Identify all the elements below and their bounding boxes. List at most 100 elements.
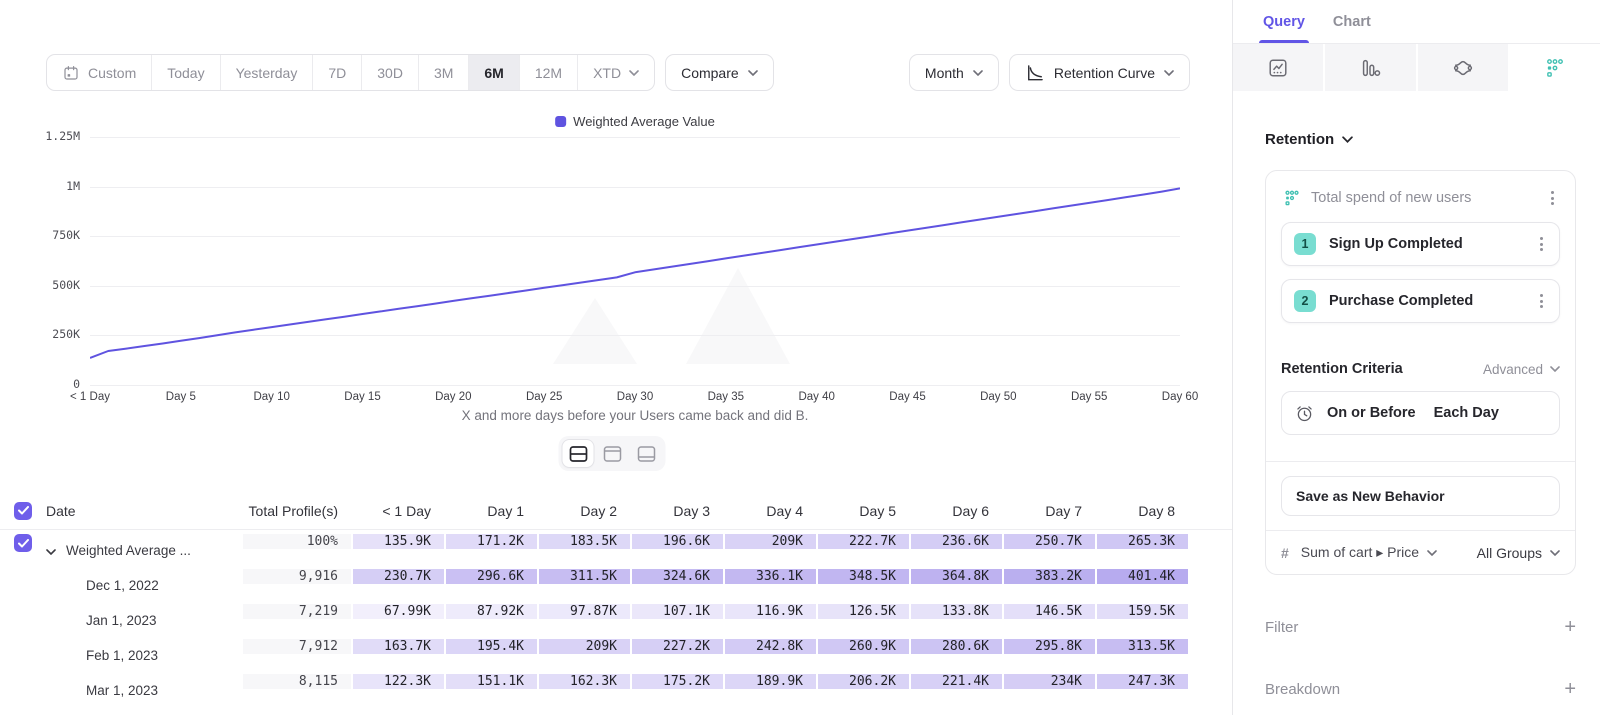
date-range-today[interactable]: Today	[152, 55, 220, 90]
report-type-funnels-button[interactable]	[1325, 44, 1415, 91]
chart-legend[interactable]: Weighted Average Value	[555, 114, 715, 129]
expand-chevron-icon[interactable]	[46, 543, 56, 558]
report-type-retention-button[interactable]	[1510, 44, 1600, 91]
retention-value-cell[interactable]: 135.9K	[352, 534, 445, 567]
groups-dropdown[interactable]: All Groups	[1477, 545, 1560, 561]
step-menu-button[interactable]	[1536, 233, 1547, 255]
retention-curve-icon	[1025, 63, 1045, 83]
retention-value-cell[interactable]: 133.8K	[910, 604, 1003, 637]
granularity-dropdown[interactable]: Month	[909, 54, 999, 91]
retention-value-cell[interactable]: 260.9K	[817, 639, 910, 672]
layout-table-view-button[interactable]	[631, 440, 662, 467]
table-row: Weighted Average ...100%135.9K171.2K183.…	[0, 534, 1232, 567]
retention-value-cell[interactable]: 296.6K	[445, 569, 538, 602]
retention-value-cell[interactable]: 67.99K	[352, 604, 445, 637]
report-type-flows-button[interactable]	[1418, 44, 1508, 91]
step-menu-button[interactable]	[1536, 290, 1547, 312]
row-label-cell[interactable]: Mar 1, 2023	[46, 674, 242, 707]
retention-value-cell[interactable]: 171.2K	[445, 534, 538, 567]
retention-value-cell[interactable]: 227.2K	[631, 639, 724, 672]
total-profiles-cell: 100%	[242, 534, 352, 567]
date-range-xtd[interactable]: XTD	[578, 55, 654, 90]
row-label-cell[interactable]: Weighted Average ...	[46, 534, 242, 567]
retention-value-cell[interactable]: 250.7K	[1003, 534, 1096, 567]
retention-value-cell[interactable]: 87.92K	[445, 604, 538, 637]
date-range-7d[interactable]: 7D	[313, 55, 362, 90]
behavior-header: Total spend of new users	[1281, 185, 1560, 209]
criteria-mode-dropdown[interactable]: Advanced	[1483, 362, 1560, 377]
retention-condition-row[interactable]: On or Before Each Day	[1281, 391, 1560, 435]
each-day-dropdown[interactable]: Each Day	[1434, 405, 1499, 421]
retention-value-cell-clipped	[1189, 534, 1232, 567]
row-label-cell[interactable]: Jan 1, 2023	[46, 604, 242, 637]
add-filter-button[interactable]: +	[1564, 617, 1576, 637]
retention-value-cell[interactable]: 159.5K	[1096, 604, 1189, 637]
behavior-step[interactable]: 2Purchase Completed	[1281, 279, 1560, 323]
save-as-new-behavior-button[interactable]: Save as New Behavior	[1281, 476, 1560, 516]
retention-value-cell[interactable]: 336.1K	[724, 569, 817, 602]
retention-value-cell[interactable]: 247.3K	[1096, 674, 1189, 707]
retention-value-cell[interactable]: 97.87K	[538, 604, 631, 637]
retention-value-cell[interactable]: 236.6K	[910, 534, 1003, 567]
measure-property-dropdown[interactable]: Sum of cart ▸ Price	[1301, 544, 1465, 561]
retention-value-cell[interactable]: 348.5K	[817, 569, 910, 602]
filter-section: Filter +	[1265, 617, 1576, 637]
retention-value-cell[interactable]: 122.3K	[352, 674, 445, 707]
row-checkbox[interactable]	[14, 534, 32, 552]
date-range-yesterday[interactable]: Yesterday	[221, 55, 314, 90]
tab-query[interactable]: Query	[1263, 0, 1305, 43]
layout-split-view-button[interactable]	[563, 440, 594, 467]
add-breakdown-button[interactable]: +	[1564, 679, 1576, 699]
retention-value-cell[interactable]: 162.3K	[538, 674, 631, 707]
retention-value-cell[interactable]: 189.9K	[724, 674, 817, 707]
chart-type-dropdown[interactable]: Retention Curve	[1009, 54, 1190, 91]
retention-value-cell[interactable]: 280.6K	[910, 639, 1003, 672]
retention-value-cell[interactable]: 195.4K	[445, 639, 538, 672]
retention-value-cell[interactable]: 116.9K	[724, 604, 817, 637]
date-range-12m[interactable]: 12M	[520, 55, 578, 90]
date-range-custom[interactable]: Custom	[47, 55, 152, 90]
compare-button[interactable]: Compare	[665, 54, 774, 91]
retention-value-cell[interactable]: 183.5K	[538, 534, 631, 567]
retention-value-cell[interactable]: 209K	[538, 639, 631, 672]
retention-value-cell[interactable]: 196.6K	[631, 534, 724, 567]
layout-chart-view-button[interactable]	[597, 440, 628, 467]
retention-value-cell[interactable]: 295.8K	[1003, 639, 1096, 672]
row-label-cell[interactable]: Dec 1, 2022	[46, 569, 242, 602]
retention-value-cell[interactable]: 163.7K	[352, 639, 445, 672]
retention-value-cell[interactable]: 146.5K	[1003, 604, 1096, 637]
retention-value-cell[interactable]: 126.5K	[817, 604, 910, 637]
condition-dropdown[interactable]: On or Before	[1327, 405, 1416, 421]
report-type-insights-button[interactable]	[1233, 44, 1323, 91]
retention-value-cell[interactable]: 265.3K	[1096, 534, 1189, 567]
retention-value-cell[interactable]: 221.4K	[910, 674, 1003, 707]
retention-value-cell[interactable]: 209K	[724, 534, 817, 567]
total-profiles-value: 100%	[243, 534, 351, 549]
retention-value-cell[interactable]: 313.5K	[1096, 639, 1189, 672]
tab-chart[interactable]: Chart	[1333, 0, 1371, 43]
date-range-6m[interactable]: 6M	[469, 55, 519, 90]
retention-line-chart[interactable]	[90, 137, 1180, 387]
row-label-cell[interactable]: Feb 1, 2023	[46, 639, 242, 672]
date-range-30d[interactable]: 30D	[362, 55, 419, 90]
retention-value-cell[interactable]: 383.2K	[1003, 569, 1096, 602]
retention-value-cell-clipped	[1189, 569, 1232, 602]
retention-value-cell[interactable]: 222.7K	[817, 534, 910, 567]
retention-value-cell[interactable]: 107.1K	[631, 604, 724, 637]
retention-value-cell[interactable]: 151.1K	[445, 674, 538, 707]
retention-value-cell[interactable]: 401.4K	[1096, 569, 1189, 602]
retention-value-cell[interactable]: 234K	[1003, 674, 1096, 707]
retention-value-cell[interactable]: 175.2K	[631, 674, 724, 707]
retention-value-cell[interactable]: 311.5K	[538, 569, 631, 602]
retention-value-cell[interactable]: 324.6K	[631, 569, 724, 602]
retention-value-cell[interactable]: 364.8K	[910, 569, 1003, 602]
retention-value-cell[interactable]: 242.8K	[724, 639, 817, 672]
retention-value-cell[interactable]: 230.7K	[352, 569, 445, 602]
legend-label: Weighted Average Value	[573, 114, 715, 129]
select-all-checkbox[interactable]	[14, 502, 32, 520]
behavior-menu-button[interactable]	[1547, 187, 1558, 209]
date-range-3m[interactable]: 3M	[419, 55, 469, 90]
retention-value-cell[interactable]: 206.2K	[817, 674, 910, 707]
behavior-step[interactable]: 1Sign Up Completed	[1281, 222, 1560, 266]
retention-section-dropdown[interactable]: Retention	[1265, 131, 1576, 148]
